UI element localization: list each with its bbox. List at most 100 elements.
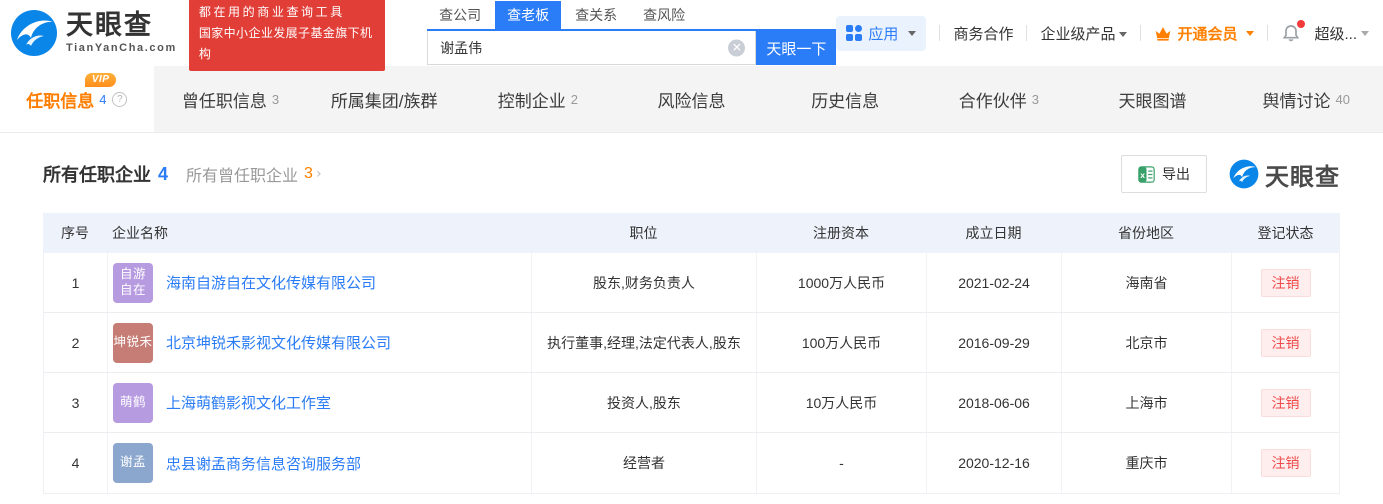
company-link[interactable]: 海南自游自在文化传媒有限公司 (166, 272, 376, 293)
row-index: 1 (44, 253, 108, 312)
section-tab-label: 风险信息 (657, 91, 726, 111)
status-badge[interactable]: 注销 (1260, 268, 1311, 297)
column-header: 企业名称 (112, 225, 168, 241)
section-tab-label: 舆情讨论 (1262, 91, 1331, 111)
section-tab[interactable]: 曾任职信息 3 (154, 66, 308, 132)
section-tab-count: 4 (99, 91, 107, 107)
apps-button[interactable]: 应用 (836, 15, 927, 51)
table-row: 1 自游 自在 海南自游自在文化传媒有限公司 股东,财务负责人 1000万人民币 … (44, 253, 1339, 313)
row-region: 重庆市 (1062, 433, 1232, 493)
watermark-text: 天眼查 (1265, 163, 1340, 191)
row-capital: - (757, 433, 927, 493)
export-label: 导出 (1162, 166, 1190, 182)
svg-text:x: x (1140, 169, 1145, 179)
table-row: 3 萌鹤 上海萌鹤影视文化工作室 投资人,股东 10万人民币 2018-06-0… (44, 373, 1339, 433)
table-header-row: 序号 企业名称 职位 注册资本 成立日期 省份地区 登记状态 (43, 213, 1340, 253)
row-date: 2018-06-06 (927, 373, 1062, 432)
row-position: 投资人,股东 (532, 373, 757, 432)
company-link[interactable]: 上海萌鹤影视文化工作室 (166, 392, 331, 413)
column-header: 注册资本 (813, 225, 869, 241)
watermark-logo: 天眼查 (1229, 157, 1340, 192)
tianyancha-logo-icon (1229, 159, 1259, 189)
nav-enterprise-products-label: 企业级产品 (1040, 25, 1116, 43)
logo-subtitle: TianYanCha.com (66, 42, 177, 54)
search-tab[interactable]: 查公司 (427, 1, 493, 29)
column-header: 登记状态 (1257, 225, 1314, 241)
clear-search-icon[interactable]: ✕ (728, 39, 746, 56)
section-tab[interactable]: 控制企业 2 (461, 66, 615, 132)
status-badge[interactable]: 注销 (1260, 328, 1311, 357)
company-link[interactable]: 北京坤锐禾影视文化传媒有限公司 (166, 332, 391, 353)
section-tab-label: 合作伙伴 (958, 91, 1027, 111)
former-companies-link[interactable]: 所有曾任职企业 3 › (186, 162, 322, 186)
section-tab[interactable]: 合作伙伴 3 (922, 66, 1076, 132)
search-area: 查公司查老板查关系查风险 ✕ 天眼一下 (427, 1, 837, 65)
section-tab[interactable]: 风险信息 (615, 66, 769, 132)
table-row: 2 坤锐禾 北京坤锐禾影视文化传媒有限公司 执行董事,经理,法定代表人,股东 1… (44, 313, 1339, 373)
divider (1140, 25, 1142, 41)
search-tab[interactable]: 查老板 (495, 1, 562, 29)
search-button[interactable]: 天眼一下 (756, 31, 837, 65)
company-logo: 谢孟 (113, 443, 153, 483)
chevron-down-icon (1361, 30, 1369, 36)
notification-dot (1297, 19, 1306, 28)
companies-table: 序号 企业名称 职位 注册资本 成立日期 省份地区 登记状态 1 自游 自在 海南自游自在文化… (43, 213, 1340, 494)
search-tabs: 查公司 查老板 查关系 查风险 (427, 1, 837, 31)
help-icon[interactable]: ? (112, 91, 128, 107)
nav-open-vip-label: 开通会员 (1177, 25, 1238, 43)
row-index: 3 (44, 373, 108, 432)
notification-bell-icon[interactable] (1281, 19, 1306, 44)
search-tab[interactable]: 查关系 (563, 1, 629, 29)
column-header: 省份地区 (1118, 225, 1174, 241)
row-index: 2 (44, 313, 108, 372)
row-position: 股东,财务负责人 (532, 253, 757, 312)
row-region: 北京市 (1062, 313, 1232, 372)
section-tab[interactable]: 历史信息 (768, 66, 922, 132)
row-position: 经营者 (532, 433, 757, 493)
top-header: 天眼查 TianYanCha.com 都在用的商业查询工具 国家中小企业发展子基… (0, 0, 1383, 71)
user-account[interactable]: 超级... (1314, 23, 1369, 44)
promo-line2: 国家中小企业发展子基金旗下机构 (198, 25, 373, 61)
section-tab[interactable]: 舆情讨论 40 (1229, 66, 1383, 132)
status-badge[interactable]: 注销 (1260, 449, 1311, 477)
row-position: 执行董事,经理,法定代表人,股东 (532, 313, 757, 372)
logo-title: 天眼查 (66, 10, 153, 40)
section-tab[interactable]: 天眼图谱 (1076, 66, 1230, 132)
section-tab-label: 曾任职信息 (181, 91, 267, 111)
former-companies-count: 3 (304, 165, 313, 182)
search-input[interactable] (428, 31, 756, 64)
section-tab[interactable]: 所属集团/族群 (307, 66, 461, 132)
section-tab[interactable]: VIP 任职信息 4 ? (0, 66, 154, 132)
promo-banner: 都在用的商业查询工具 国家中小企业发展子基金旗下机构 (188, 0, 386, 71)
company-logo: 自游 自在 (113, 262, 153, 303)
company-logo: 坤锐禾 (113, 322, 153, 363)
apps-grid-icon (846, 25, 863, 41)
section-tab-label: 任职信息 (26, 91, 95, 111)
section-header: 所有任职企业 4 所有曾任职企业 3 › x 导出 天眼查 (43, 155, 1340, 193)
chevron-down-icon (1119, 32, 1128, 38)
divider (1026, 25, 1028, 41)
nav-enterprise-products[interactable]: 企业级产品 (1040, 23, 1128, 44)
status-badge[interactable]: 注销 (1260, 388, 1311, 417)
column-header: 成立日期 (965, 225, 1022, 241)
site-logo[interactable]: 天眼查 TianYanCha.com (10, 9, 177, 57)
search-tab[interactable]: 查风险 (631, 1, 697, 29)
table-body: 1 自游 自在 海南自游自在文化传媒有限公司 股东,财务负责人 1000万人民币 … (43, 253, 1340, 494)
chevron-down-icon (1246, 30, 1255, 36)
section-tab-count: 40 (1335, 91, 1350, 107)
row-date: 2020-12-16 (927, 433, 1062, 493)
company-link[interactable]: 忠县谢孟商务信息咨询服务部 (166, 453, 361, 474)
header-nav: 应用 商务合作 企业级产品 开通会员 超级... (836, 15, 1369, 51)
column-header: 序号 (61, 225, 89, 241)
row-capital: 10万人民币 (757, 373, 927, 432)
nav-open-vip[interactable]: 开通会员 (1154, 23, 1255, 44)
row-region: 海南省 (1062, 253, 1232, 312)
export-button[interactable]: x 导出 (1121, 155, 1207, 193)
section-tab-label: 天眼图谱 (1118, 91, 1187, 111)
section-tab-label: 控制企业 (497, 91, 566, 111)
row-date: 2021-02-24 (927, 253, 1062, 312)
section-tab-count: 3 (1031, 91, 1039, 107)
chevron-right-icon: › (315, 166, 322, 182)
nav-business-cooperation[interactable]: 商务合作 (953, 23, 1013, 44)
company-logo: 萌鹤 (113, 382, 153, 423)
